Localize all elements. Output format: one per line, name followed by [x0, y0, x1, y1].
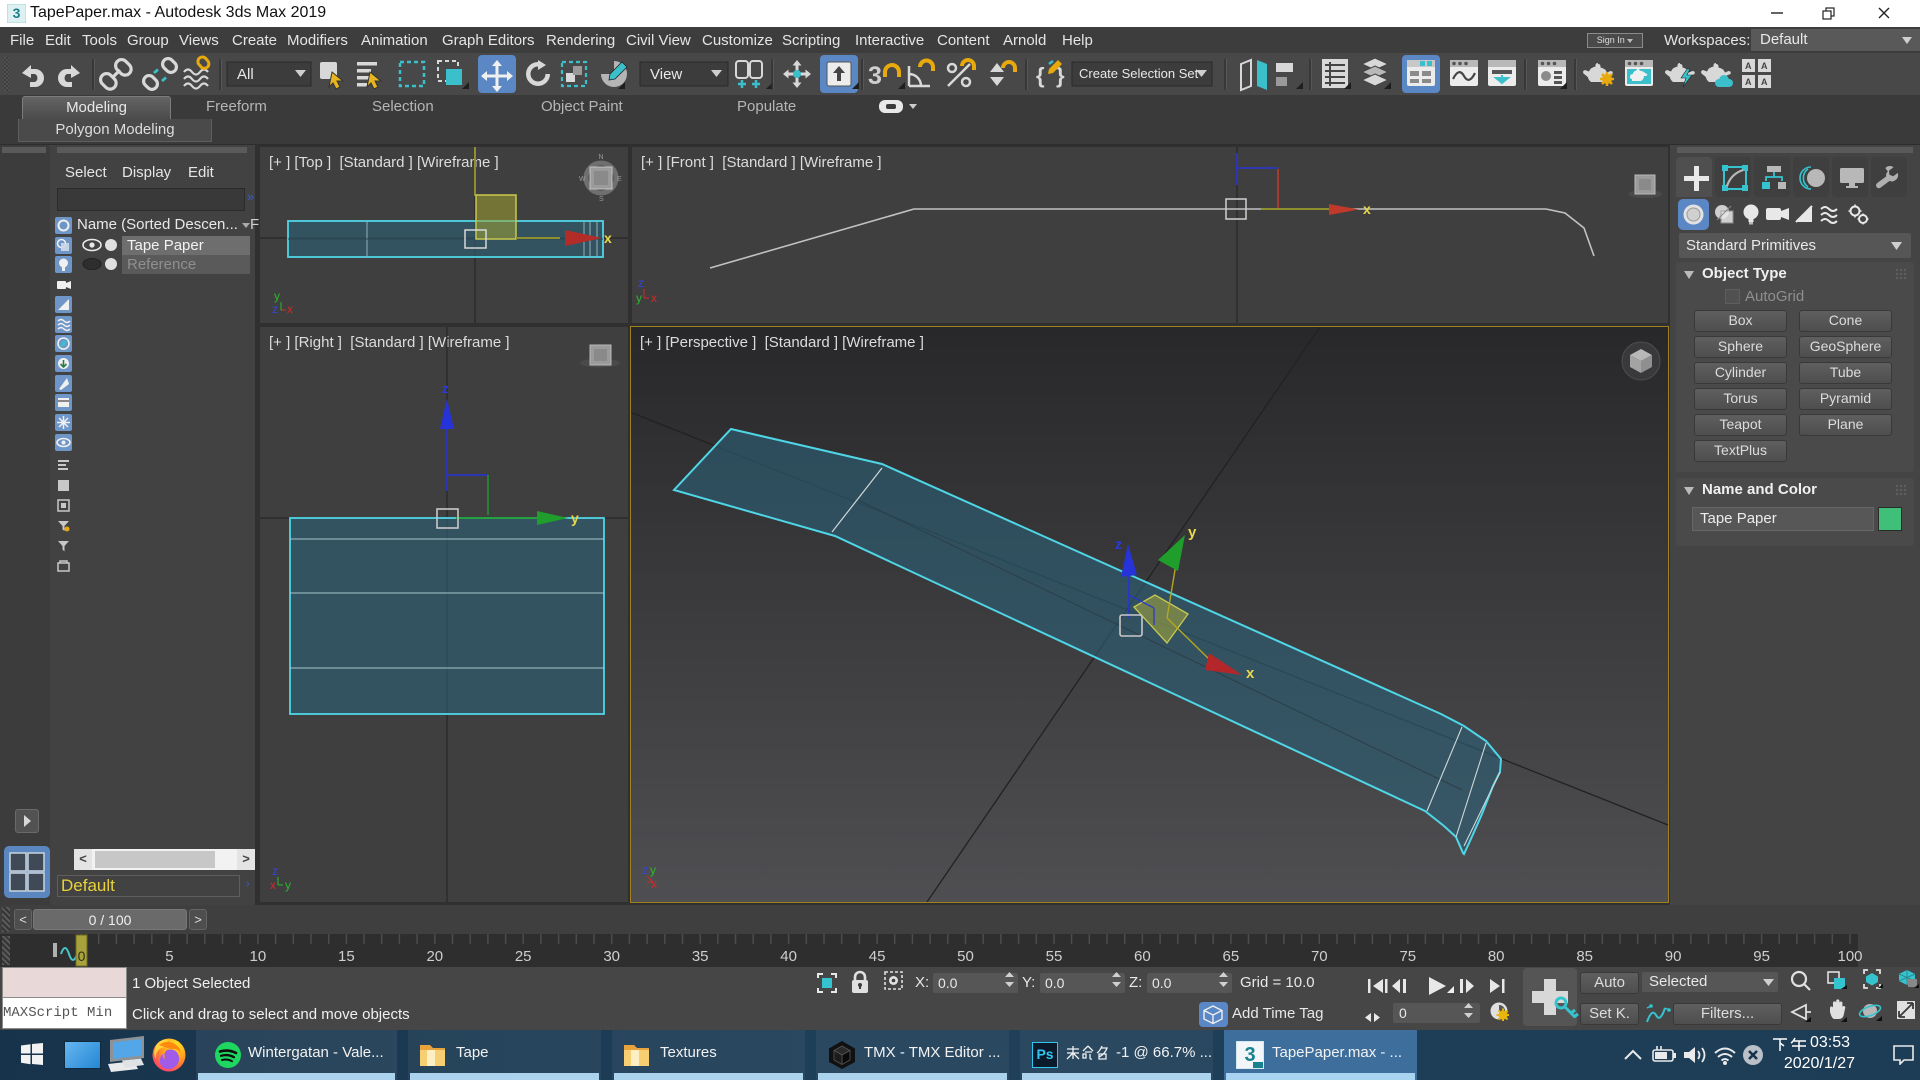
svg-text:x: x — [270, 878, 276, 892]
svg-text:95: 95 — [1753, 948, 1770, 965]
svg-text:x: x — [651, 291, 657, 305]
svg-text:y: y — [650, 863, 656, 877]
svg-text:40: 40 — [780, 948, 797, 965]
svg-text:35: 35 — [692, 948, 709, 965]
svg-text:z: z — [638, 276, 644, 290]
svg-text:65: 65 — [1223, 948, 1240, 965]
svg-text:50: 50 — [957, 948, 974, 965]
svg-text:y: y — [636, 291, 642, 305]
svg-text:y: y — [571, 510, 579, 526]
svg-text:55: 55 — [1046, 948, 1063, 965]
svg-text:25: 25 — [515, 948, 532, 965]
svg-text:60: 60 — [1134, 948, 1151, 965]
svg-text:E: E — [617, 176, 622, 183]
svg-text:z: z — [642, 863, 648, 877]
svg-text:A: A — [1745, 77, 1752, 87]
svg-text:80: 80 — [1488, 948, 1505, 965]
svg-text:20: 20 — [426, 948, 443, 965]
svg-text:A: A — [1761, 77, 1768, 87]
svg-text:A: A — [1745, 61, 1752, 71]
svg-text:85: 85 — [1576, 948, 1593, 965]
svg-text:x: x — [604, 230, 612, 246]
svg-text:3: 3 — [13, 5, 21, 21]
svg-text:S: S — [599, 196, 604, 203]
svg-text:75: 75 — [1399, 948, 1416, 965]
svg-text:100: 100 — [1837, 948, 1862, 965]
svg-text:x: x — [651, 877, 657, 891]
svg-text:x: x — [287, 302, 293, 316]
svg-text:W: W — [579, 176, 586, 183]
svg-text:A: A — [1761, 61, 1768, 71]
svg-text:0: 0 — [78, 948, 86, 964]
svg-text:45: 45 — [869, 948, 886, 965]
svg-text:3: 3 — [868, 62, 882, 90]
svg-text:x: x — [1363, 201, 1371, 217]
svg-text:View: View — [650, 66, 682, 83]
svg-text:Create Selection Set: Create Selection Set — [1079, 66, 1199, 81]
svg-text:{: { — [1036, 63, 1045, 88]
svg-text:z: z — [442, 381, 449, 396]
svg-text:90: 90 — [1665, 948, 1682, 965]
svg-text:30: 30 — [603, 948, 620, 965]
svg-text:N: N — [599, 154, 604, 161]
svg-text:All: All — [237, 66, 254, 83]
svg-text:y: y — [1188, 524, 1197, 541]
svg-text:z: z — [272, 864, 278, 878]
svg-text:5: 5 — [165, 948, 173, 965]
svg-text:15: 15 — [338, 948, 355, 965]
svg-text:z: z — [272, 302, 278, 316]
svg-text:y: y — [274, 289, 280, 303]
svg-text:10: 10 — [250, 948, 267, 965]
svg-text:70: 70 — [1311, 948, 1328, 965]
svg-text:z: z — [1115, 536, 1122, 552]
svg-text:x: x — [1246, 665, 1255, 682]
svg-text:y: y — [285, 878, 291, 892]
